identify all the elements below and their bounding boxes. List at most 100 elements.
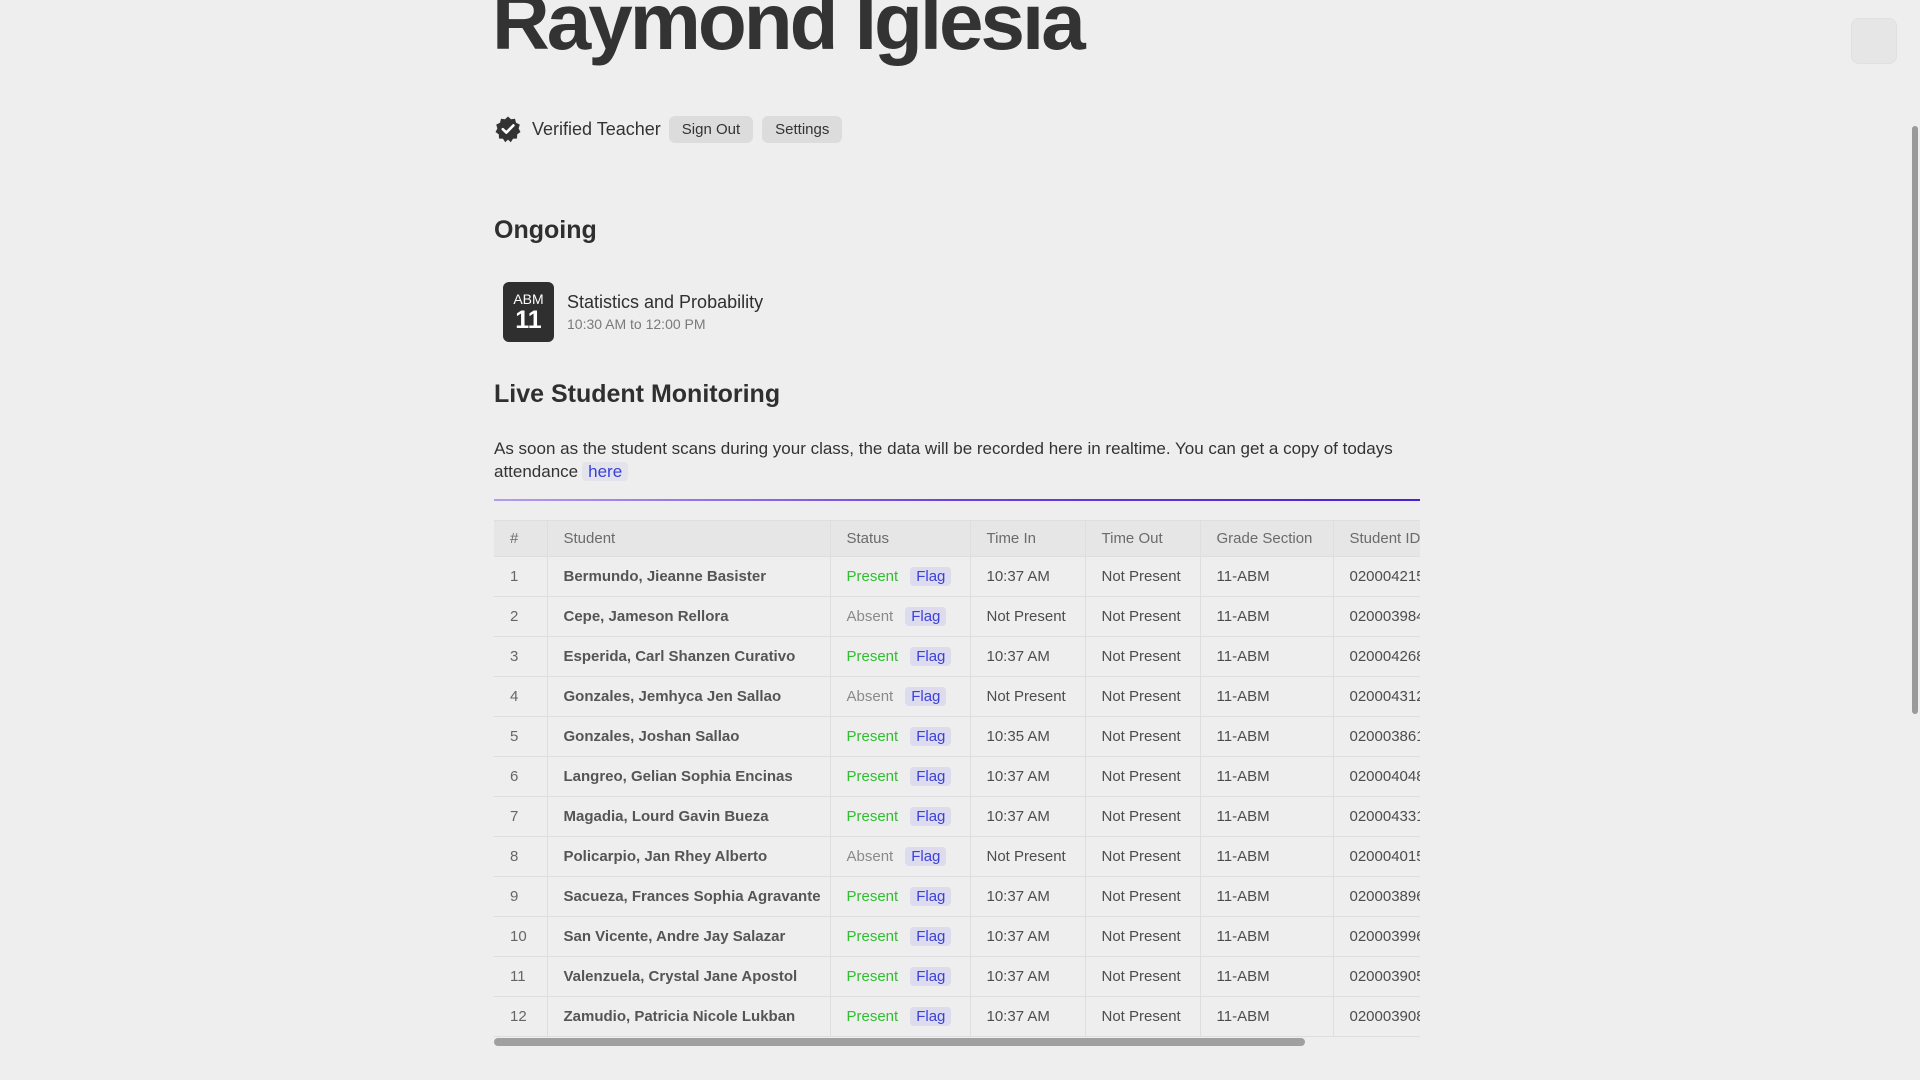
horizontal-scrollbar-thumb[interactable] — [494, 1038, 1305, 1046]
time-out: Not Present — [1085, 916, 1201, 957]
class-info: Statistics and Probability 10:30 AM to 1… — [567, 292, 763, 332]
time-in: 10:37 AM — [970, 916, 1086, 957]
status-cell: Present Flag — [830, 556, 971, 597]
flag-button[interactable]: Flag — [910, 807, 952, 826]
time-in: 10:37 AM — [970, 556, 1086, 597]
page: Raymond Iglesia Verified Teacher Sign Ou… — [0, 0, 1920, 1080]
status-cell: Present Flag — [830, 796, 971, 837]
column-header: Time Out — [1085, 520, 1201, 557]
status-cell: Present Flag — [830, 916, 971, 957]
grade-section: 11-ABM — [1200, 876, 1334, 917]
status-text: Present — [846, 568, 899, 585]
teacher-name: Raymond Iglesia — [492, 0, 1086, 66]
row-number: 11 — [494, 956, 548, 997]
student-id: 020004215 — [1333, 556, 1420, 597]
ongoing-class-card[interactable]: ABM 11 Statistics and Probability 10:30 … — [503, 282, 763, 342]
flag-button[interactable]: Flag — [910, 727, 952, 746]
row-number: 4 — [494, 676, 548, 717]
row-number: 6 — [494, 756, 548, 797]
class-badge-strand: ABM — [513, 291, 544, 307]
time-in: 10:37 AM — [970, 996, 1086, 1037]
table-header-row: # Student Status Time In Time Out Grade … — [494, 520, 1420, 557]
status-cell: Absent Flag — [830, 836, 971, 877]
status-cell: Present Flag — [830, 756, 971, 797]
status-text: Present — [846, 968, 899, 985]
row-number: 5 — [494, 716, 548, 757]
flag-button[interactable]: Flag — [905, 687, 947, 706]
column-header: Status — [830, 520, 971, 557]
table-row: 8 Policarpio, Jan Rhey Alberto Absent Flag N… — [494, 836, 1420, 877]
table-row: 5 Gonzales, Joshan Sallao Present Flag 10:35… — [494, 716, 1420, 757]
flag-button[interactable]: Flag — [905, 607, 947, 626]
time-out: Not Present — [1085, 596, 1201, 637]
table-row: 9 Sacueza, Frances Sophia Agravante Presen… — [494, 876, 1420, 917]
time-in: 10:37 AM — [970, 796, 1086, 837]
flag-button[interactable]: Flag — [910, 887, 952, 906]
grade-section: 11-ABM — [1200, 756, 1334, 797]
row-number: 10 — [494, 916, 548, 957]
flag-button[interactable]: Flag — [910, 647, 952, 666]
column-header: Student — [547, 520, 831, 557]
flag-button[interactable]: Flag — [910, 967, 952, 986]
account-bar: Verified Teacher Sign Out Settings — [494, 114, 851, 144]
verified-badge-icon — [494, 115, 522, 143]
column-header: Time In — [970, 520, 1086, 557]
table-row: 6 Langreo, Gelian Sophia Encinas Present Fl… — [494, 756, 1420, 797]
grade-section: 11-ABM — [1200, 956, 1334, 997]
student-name: Valenzuela, Crystal Jane Apostol — [547, 956, 831, 997]
flag-button[interactable]: Flag — [910, 767, 952, 786]
column-header: Student ID — [1333, 520, 1420, 557]
attendance-table-body: 1 Bermundo, Jieanne Basister Present Flag 10… — [494, 556, 1420, 1037]
status-text: Absent — [846, 848, 894, 865]
table-row: 2 Cepe, Jameson Rellora Absent Flag Not Pres… — [494, 596, 1420, 637]
verified-teacher-label: Verified Teacher — [532, 118, 661, 139]
table-row: 10 San Vicente, Andre Jay Salazar Present F… — [494, 916, 1420, 957]
grade-section: 11-ABM — [1200, 916, 1334, 957]
student-id: 020004048 — [1333, 756, 1420, 797]
row-number: 8 — [494, 836, 548, 877]
row-number: 1 — [494, 556, 548, 597]
row-number: 2 — [494, 596, 548, 637]
time-out: Not Present — [1085, 996, 1201, 1037]
settings-button[interactable]: Settings — [762, 115, 843, 143]
grade-section: 11-ABM — [1200, 676, 1334, 717]
vertical-scrollbar-thumb[interactable] — [1912, 126, 1918, 714]
student-id: 020003996 — [1333, 916, 1420, 957]
status-cell: Present Flag — [830, 996, 971, 1037]
student-id: 020003896 — [1333, 876, 1420, 917]
attendance-table: # Student Status Time In Time Out Grade … — [494, 520, 1420, 1037]
time-out: Not Present — [1085, 756, 1201, 797]
flag-button[interactable]: Flag — [905, 847, 947, 866]
grade-section: 11-ABM — [1200, 636, 1334, 677]
student-id: 020003905 — [1333, 956, 1420, 997]
flag-button[interactable]: Flag — [910, 567, 952, 586]
column-header: Grade Section — [1200, 520, 1334, 557]
live-monitoring-heading: Live Student Monitoring — [494, 380, 781, 408]
sign-out-button[interactable]: Sign Out — [668, 115, 754, 143]
attendance-copy-link[interactable]: here — [582, 462, 629, 481]
column-header: # — [494, 520, 548, 557]
flag-button[interactable]: Flag — [910, 927, 952, 946]
status-cell: Present Flag — [830, 956, 971, 997]
grade-section: 11-ABM — [1200, 596, 1334, 637]
student-id: 020003908 — [1333, 996, 1420, 1037]
student-id: 020004331 — [1333, 796, 1420, 837]
time-out: Not Present — [1085, 796, 1201, 837]
time-out: Not Present — [1085, 876, 1201, 917]
row-number: 3 — [494, 636, 548, 677]
status-text: Present — [846, 928, 899, 945]
flag-button[interactable]: Flag — [910, 1007, 952, 1026]
student-id: 020004312 — [1333, 676, 1420, 717]
student-name: Policarpio, Jan Rhey Alberto — [547, 836, 831, 877]
status-text: Present — [846, 728, 899, 745]
student-name: Zamudio, Patricia Nicole Lukban — [547, 996, 831, 1037]
student-name: San Vicente, Andre Jay Salazar — [547, 916, 831, 957]
time-in: 10:37 AM — [970, 876, 1086, 917]
time-out: Not Present — [1085, 556, 1201, 597]
menu-button[interactable] — [1851, 18, 1897, 64]
student-id: 020003984 — [1333, 596, 1420, 637]
status-cell: Present Flag — [830, 716, 971, 757]
student-name: Langreo, Gelian Sophia Encinas — [547, 756, 831, 797]
status-text: Present — [846, 888, 899, 905]
time-out: Not Present — [1085, 956, 1201, 997]
